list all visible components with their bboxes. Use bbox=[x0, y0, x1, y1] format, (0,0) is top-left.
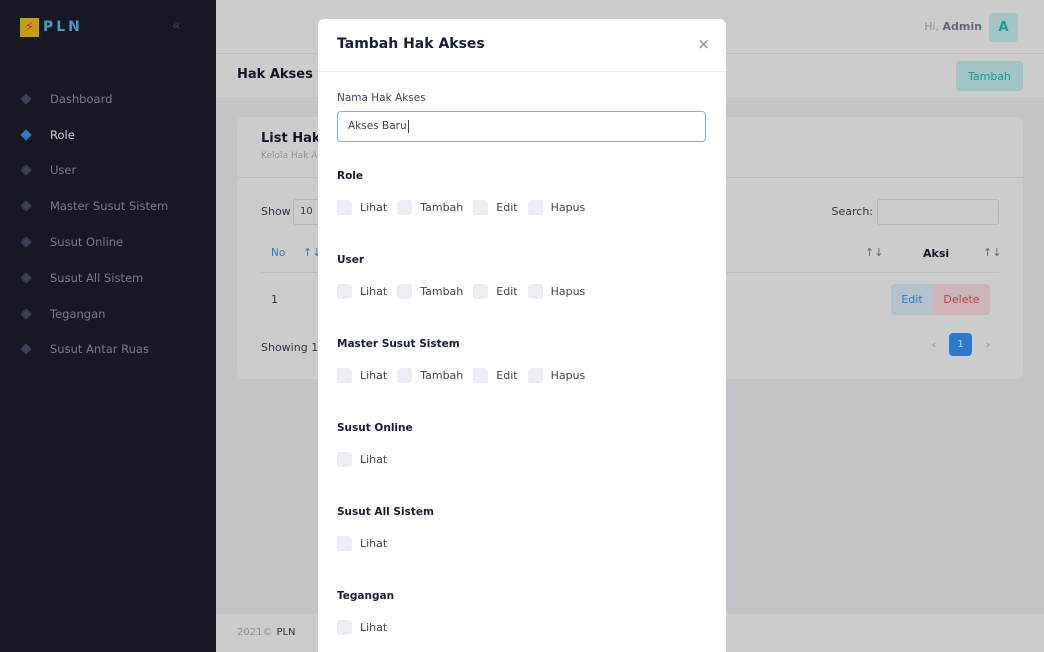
user-tambah-checkbox[interactable]: Tambah bbox=[397, 284, 463, 299]
checkbox-label: Hapus bbox=[550, 285, 586, 298]
master-tambah-checkbox[interactable]: Tambah bbox=[397, 368, 463, 383]
checkbox-box[interactable] bbox=[527, 284, 543, 299]
checkbox-label: Lihat bbox=[360, 621, 388, 634]
text-caret bbox=[407, 119, 409, 133]
role-tambah-checkbox[interactable]: Tambah bbox=[397, 200, 463, 215]
checkbox-box[interactable] bbox=[397, 200, 413, 215]
checkbox-box[interactable] bbox=[337, 200, 352, 215]
checkbox-label: Tambah bbox=[420, 285, 464, 298]
close-icon[interactable]: × bbox=[697, 35, 710, 53]
checkbox-box[interactable] bbox=[337, 284, 352, 299]
role-edit-checkbox[interactable]: Edit bbox=[473, 200, 518, 215]
checkbox-label: Edit bbox=[496, 201, 518, 214]
checkbox-label: Edit bbox=[496, 285, 518, 298]
name-input[interactable]: Akses Baru bbox=[337, 111, 706, 142]
permission-row: Lihat bbox=[337, 452, 707, 467]
checkbox-label: Lihat bbox=[360, 453, 388, 466]
checkbox-label: Edit bbox=[496, 369, 518, 382]
checkbox-box[interactable] bbox=[473, 284, 489, 299]
add-access-modal: Tambah Hak Akses × Nama Hak Akses Akses … bbox=[318, 19, 726, 652]
checkbox-label: Hapus bbox=[550, 201, 586, 214]
checkbox-box[interactable] bbox=[527, 368, 543, 383]
checkbox-box[interactable] bbox=[473, 368, 489, 383]
permission-row: Lihat Tambah Edit Hapus bbox=[337, 368, 707, 383]
permission-row: Lihat bbox=[337, 536, 707, 551]
master-lihat-checkbox[interactable]: Lihat bbox=[337, 368, 387, 383]
permission-row: Lihat Tambah Edit Hapus bbox=[337, 284, 707, 299]
checkbox-box[interactable] bbox=[337, 536, 352, 551]
online-lihat-checkbox[interactable]: Lihat bbox=[337, 452, 387, 467]
section-susut-all-sistem: Susut All Sistem Lihat bbox=[337, 506, 707, 551]
section-title: Role bbox=[337, 170, 364, 182]
role-lihat-checkbox[interactable]: Lihat bbox=[337, 200, 387, 215]
user-edit-checkbox[interactable]: Edit bbox=[473, 284, 518, 299]
user-hapus-checkbox[interactable]: Hapus bbox=[527, 284, 586, 299]
section-title: Tegangan bbox=[337, 590, 395, 602]
permission-row: Lihat bbox=[337, 620, 707, 635]
checkbox-box[interactable] bbox=[473, 200, 489, 215]
checkbox-box[interactable] bbox=[337, 452, 352, 467]
checkbox-box[interactable] bbox=[397, 284, 413, 299]
checkbox-box[interactable] bbox=[397, 368, 413, 383]
checkbox-label: Lihat bbox=[360, 537, 388, 550]
user-lihat-checkbox[interactable]: Lihat bbox=[337, 284, 387, 299]
master-edit-checkbox[interactable]: Edit bbox=[473, 368, 518, 383]
section-title: Susut Online bbox=[337, 422, 413, 434]
master-hapus-checkbox[interactable]: Hapus bbox=[527, 368, 586, 383]
checkbox-label: Lihat bbox=[360, 201, 388, 214]
section-tegangan: Tegangan Lihat bbox=[337, 590, 707, 635]
permission-row: Lihat Tambah Edit Hapus bbox=[337, 200, 707, 215]
section-title: User bbox=[337, 254, 365, 266]
checkbox-box[interactable] bbox=[527, 200, 543, 215]
section-title: Master Susut Sistem bbox=[337, 338, 460, 350]
checkbox-label: Lihat bbox=[360, 285, 388, 298]
role-hapus-checkbox[interactable]: Hapus bbox=[527, 200, 586, 215]
modal-header: Tambah Hak Akses × bbox=[318, 19, 726, 72]
checkbox-label: Hapus bbox=[550, 369, 586, 382]
checkbox-box[interactable] bbox=[337, 368, 352, 383]
checkbox-label: Tambah bbox=[420, 369, 464, 382]
name-input-value: Akses Baru bbox=[348, 120, 407, 132]
all-sistem-lihat-checkbox[interactable]: Lihat bbox=[337, 536, 387, 551]
section-role: Role Lihat Tambah Edit Hapus bbox=[337, 170, 707, 215]
section-title: Susut All Sistem bbox=[337, 506, 434, 518]
tegangan-lihat-checkbox[interactable]: Lihat bbox=[337, 620, 387, 635]
section-master-susut-sistem: Master Susut Sistem Lihat Tambah Edit Ha… bbox=[337, 338, 707, 383]
name-label: Nama Hak Akses bbox=[337, 92, 426, 104]
checkbox-box[interactable] bbox=[337, 620, 352, 635]
section-user: User Lihat Tambah Edit Hapus bbox=[337, 254, 707, 299]
section-susut-online: Susut Online Lihat bbox=[337, 422, 707, 467]
checkbox-label: Tambah bbox=[420, 201, 464, 214]
modal-title: Tambah Hak Akses bbox=[337, 36, 485, 52]
checkbox-label: Lihat bbox=[360, 369, 388, 382]
